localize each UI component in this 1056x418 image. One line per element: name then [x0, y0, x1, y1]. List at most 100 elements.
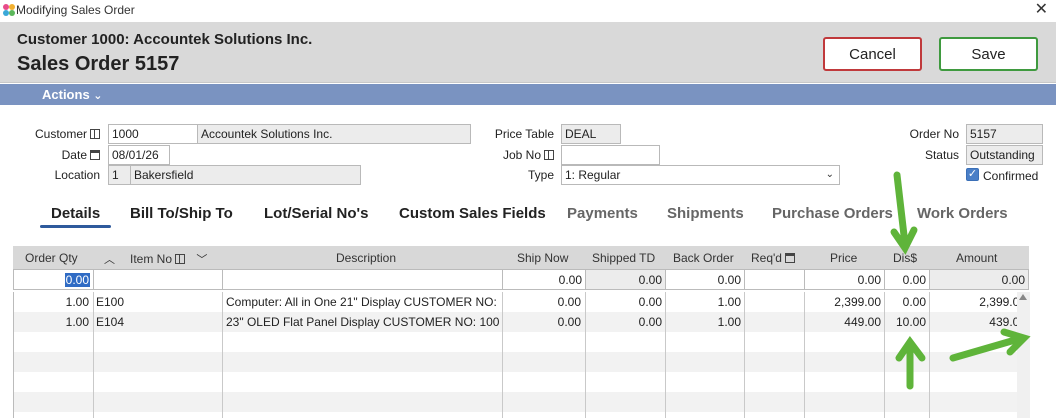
confirmed-checkbox[interactable]: ✓ — [966, 168, 979, 181]
cancel-button[interactable]: Cancel — [823, 37, 922, 71]
row-dis[interactable]: 10.00 — [884, 315, 926, 329]
location-id-field[interactable]: 1 — [108, 165, 131, 185]
date-label-text: Date — [61, 148, 87, 162]
actions-bar: Actions ⌄ — [0, 84, 1056, 105]
col-divider — [929, 292, 930, 418]
status-label: Status — [924, 148, 959, 162]
col-dis[interactable]: Dis$ — [893, 251, 917, 265]
row-item-no[interactable]: E100 — [96, 295, 218, 309]
order-lines-grid: Order Qty ︿ Item No ﹀ Description Ship N… — [13, 246, 1030, 418]
grid-row-bg — [14, 332, 1030, 352]
row-back-order[interactable]: 1.00 — [665, 295, 741, 309]
row-dis[interactable]: 0.00 — [884, 295, 926, 309]
entry-description[interactable] — [222, 269, 503, 290]
grid-row-bg — [14, 372, 1030, 392]
tab-bill-to-ship-to[interactable]: Bill To/Ship To — [130, 205, 233, 222]
job-no-label-text: Job No — [502, 148, 541, 162]
grid-row-bg — [14, 352, 1030, 372]
entry-item-no[interactable] — [93, 269, 223, 290]
col-item-no[interactable]: Item No ﹀ — [130, 251, 207, 267]
grid-body — [13, 292, 1030, 418]
row-price[interactable]: 2,399.00 — [804, 295, 881, 309]
entry-reqd[interactable] — [744, 269, 805, 290]
grid-scrollbar[interactable] — [1017, 292, 1030, 418]
type-select-value: 1: Regular — [565, 168, 621, 182]
tab-purchase-orders[interactable]: Purchase Orders — [772, 205, 893, 222]
col-reqd-label: Req'd — [751, 251, 782, 265]
col-ship-now[interactable]: Ship Now — [517, 251, 568, 265]
location-name-field: Bakersfield — [130, 165, 361, 185]
chevron-down-icon[interactable]: ﹀ — [196, 254, 207, 266]
price-table-field[interactable]: DEAL — [561, 124, 621, 144]
tab-payments[interactable]: Payments — [567, 205, 638, 222]
entry-order-qty[interactable]: 0.00 — [13, 269, 94, 290]
col-description[interactable]: Description — [336, 251, 396, 265]
col-shipped-td[interactable]: Shipped TD — [592, 251, 655, 265]
book-icon[interactable] — [175, 254, 186, 264]
col-divider — [744, 292, 745, 418]
date-label: Date — [20, 148, 100, 162]
row-order-qty[interactable]: 1.00 — [13, 295, 89, 309]
book-icon[interactable] — [90, 129, 100, 139]
scroll-up-icon[interactable] — [1019, 294, 1027, 300]
entry-amount: 0.00 — [929, 269, 1029, 290]
tab-custom-sales-fields[interactable]: Custom Sales Fields — [399, 205, 546, 222]
title-bar: Modifying Sales Order ✕ — [0, 0, 1056, 22]
sales-order-window: Modifying Sales Order ✕ Customer 1000: A… — [0, 0, 1056, 418]
col-amount[interactable]: Amount — [956, 251, 997, 265]
row-amount: 439.00 — [989, 315, 1026, 329]
order-no-field: 5157 — [966, 124, 1043, 144]
price-table-label: Price Table — [494, 127, 554, 141]
arrow-down-annotation — [893, 171, 909, 248]
col-back-order[interactable]: Back Order — [673, 251, 734, 265]
calendar-icon[interactable] — [784, 253, 795, 263]
save-button[interactable]: Save — [939, 37, 1038, 71]
row-amount: 2,399.00 — [979, 295, 1026, 309]
entry-back-order[interactable]: 0.00 — [665, 269, 745, 290]
col-divider — [884, 292, 885, 418]
actions-menu[interactable]: Actions ⌄ — [42, 87, 103, 102]
book-icon[interactable] — [544, 150, 554, 160]
entry-dis[interactable]: 0.00 — [884, 269, 930, 290]
order-header: Customer 1000: Accountek Solutions Inc. … — [0, 22, 1056, 83]
col-divider — [665, 292, 666, 418]
col-reqd[interactable]: Req'd — [751, 251, 795, 265]
actions-label: Actions — [42, 87, 90, 102]
row-description[interactable]: 23" OLED Flat Panel Display CUSTOMER NO:… — [226, 315, 500, 329]
entry-ship-now[interactable]: 0.00 — [502, 269, 586, 290]
tab-details[interactable]: Details — [51, 205, 100, 222]
customer-name-field: Accountek Solutions Inc. — [197, 124, 471, 144]
row-description[interactable]: Computer: All in One 21" Display CUSTOME… — [226, 295, 500, 309]
type-select[interactable]: 1: Regular ⌄ — [561, 165, 840, 185]
customer-id-field[interactable]: 1000 — [108, 124, 198, 144]
col-item-no-label: Item No — [130, 252, 173, 266]
entry-price[interactable]: 0.00 — [804, 269, 885, 290]
calendar-icon[interactable] — [90, 150, 100, 160]
grid-entry-row: 0.00 0.00 0.00 0.00 0.00 0.00 0.00 — [13, 269, 1029, 290]
job-no-field[interactable] — [561, 145, 660, 165]
row-back-order[interactable]: 1.00 — [665, 315, 741, 329]
grid-header: Order Qty ︿ Item No ﹀ Description Ship N… — [13, 246, 1029, 269]
col-divider — [222, 292, 223, 418]
row-ship-now[interactable]: 0.00 — [502, 295, 581, 309]
close-icon[interactable]: ✕ — [1035, 0, 1048, 20]
job-no-label: Job No — [480, 148, 554, 162]
col-divider — [804, 292, 805, 418]
type-label: Type — [527, 168, 554, 182]
date-field[interactable]: 08/01/26 — [108, 145, 170, 165]
tab-work-orders[interactable]: Work Orders — [917, 205, 1008, 222]
location-label: Location — [54, 168, 100, 182]
row-order-qty[interactable]: 1.00 — [13, 315, 89, 329]
col-divider — [585, 292, 586, 418]
col-price[interactable]: Price — [830, 251, 857, 265]
active-tab-indicator — [40, 225, 111, 228]
row-ship-now[interactable]: 0.00 — [502, 315, 581, 329]
col-order-qty[interactable]: Order Qty — [25, 251, 78, 265]
entry-shipped-td: 0.00 — [585, 269, 666, 290]
customer-heading: Customer 1000: Accountek Solutions Inc. — [17, 31, 313, 48]
tab-shipments[interactable]: Shipments — [667, 205, 744, 222]
row-price[interactable]: 449.00 — [804, 315, 881, 329]
tab-lot-serial[interactable]: Lot/Serial No's — [264, 205, 368, 222]
caret-up-icon[interactable]: ︿ — [104, 251, 115, 267]
row-item-no[interactable]: E104 — [96, 315, 218, 329]
